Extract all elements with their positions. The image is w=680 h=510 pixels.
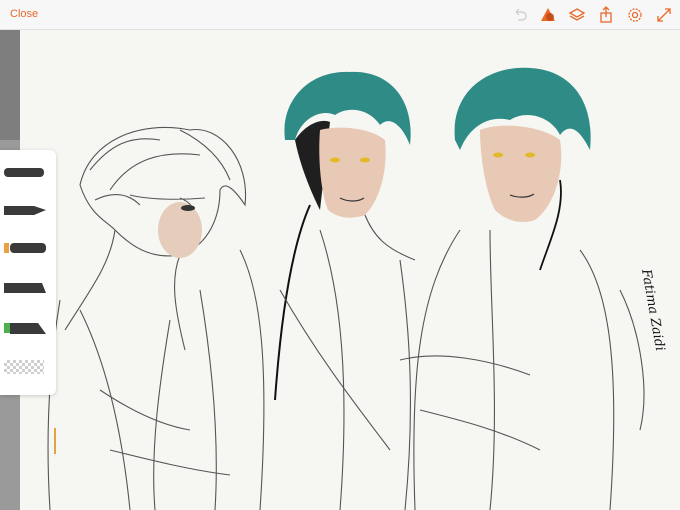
left-face: [158, 202, 202, 258]
settings-icon[interactable]: [626, 6, 644, 24]
top-toolbar: Close: [0, 0, 680, 30]
artist-signature: Fatima Zaidi: [638, 267, 667, 352]
panel-handle[interactable]: [54, 428, 56, 454]
brush-3-tool[interactable]: [4, 240, 48, 256]
artwork: Fatima Zaidi: [47, 67, 667, 510]
left-figure: [47, 126, 247, 510]
brush-5-tool[interactable]: [4, 320, 48, 336]
share-icon[interactable]: [597, 6, 615, 24]
undo-icon[interactable]: [511, 6, 529, 24]
right-figure: [399, 67, 645, 510]
drawing-canvas[interactable]: Fatima Zaidi: [20, 30, 680, 510]
brush-1-tool[interactable]: [4, 164, 48, 180]
brush-4-tool[interactable]: [4, 280, 48, 296]
shape-color-icon[interactable]: [539, 6, 557, 24]
middle-figure: [239, 71, 416, 510]
expand-icon[interactable]: [655, 6, 673, 24]
layers-icon[interactable]: [568, 6, 586, 24]
transparency-icon[interactable]: [4, 360, 44, 374]
close-button[interactable]: Close: [10, 8, 38, 20]
brush-panel: [0, 150, 56, 454]
brush-2-tool[interactable]: [4, 202, 48, 218]
strip-dark-segment: [0, 30, 20, 140]
left-eye: [181, 205, 195, 211]
